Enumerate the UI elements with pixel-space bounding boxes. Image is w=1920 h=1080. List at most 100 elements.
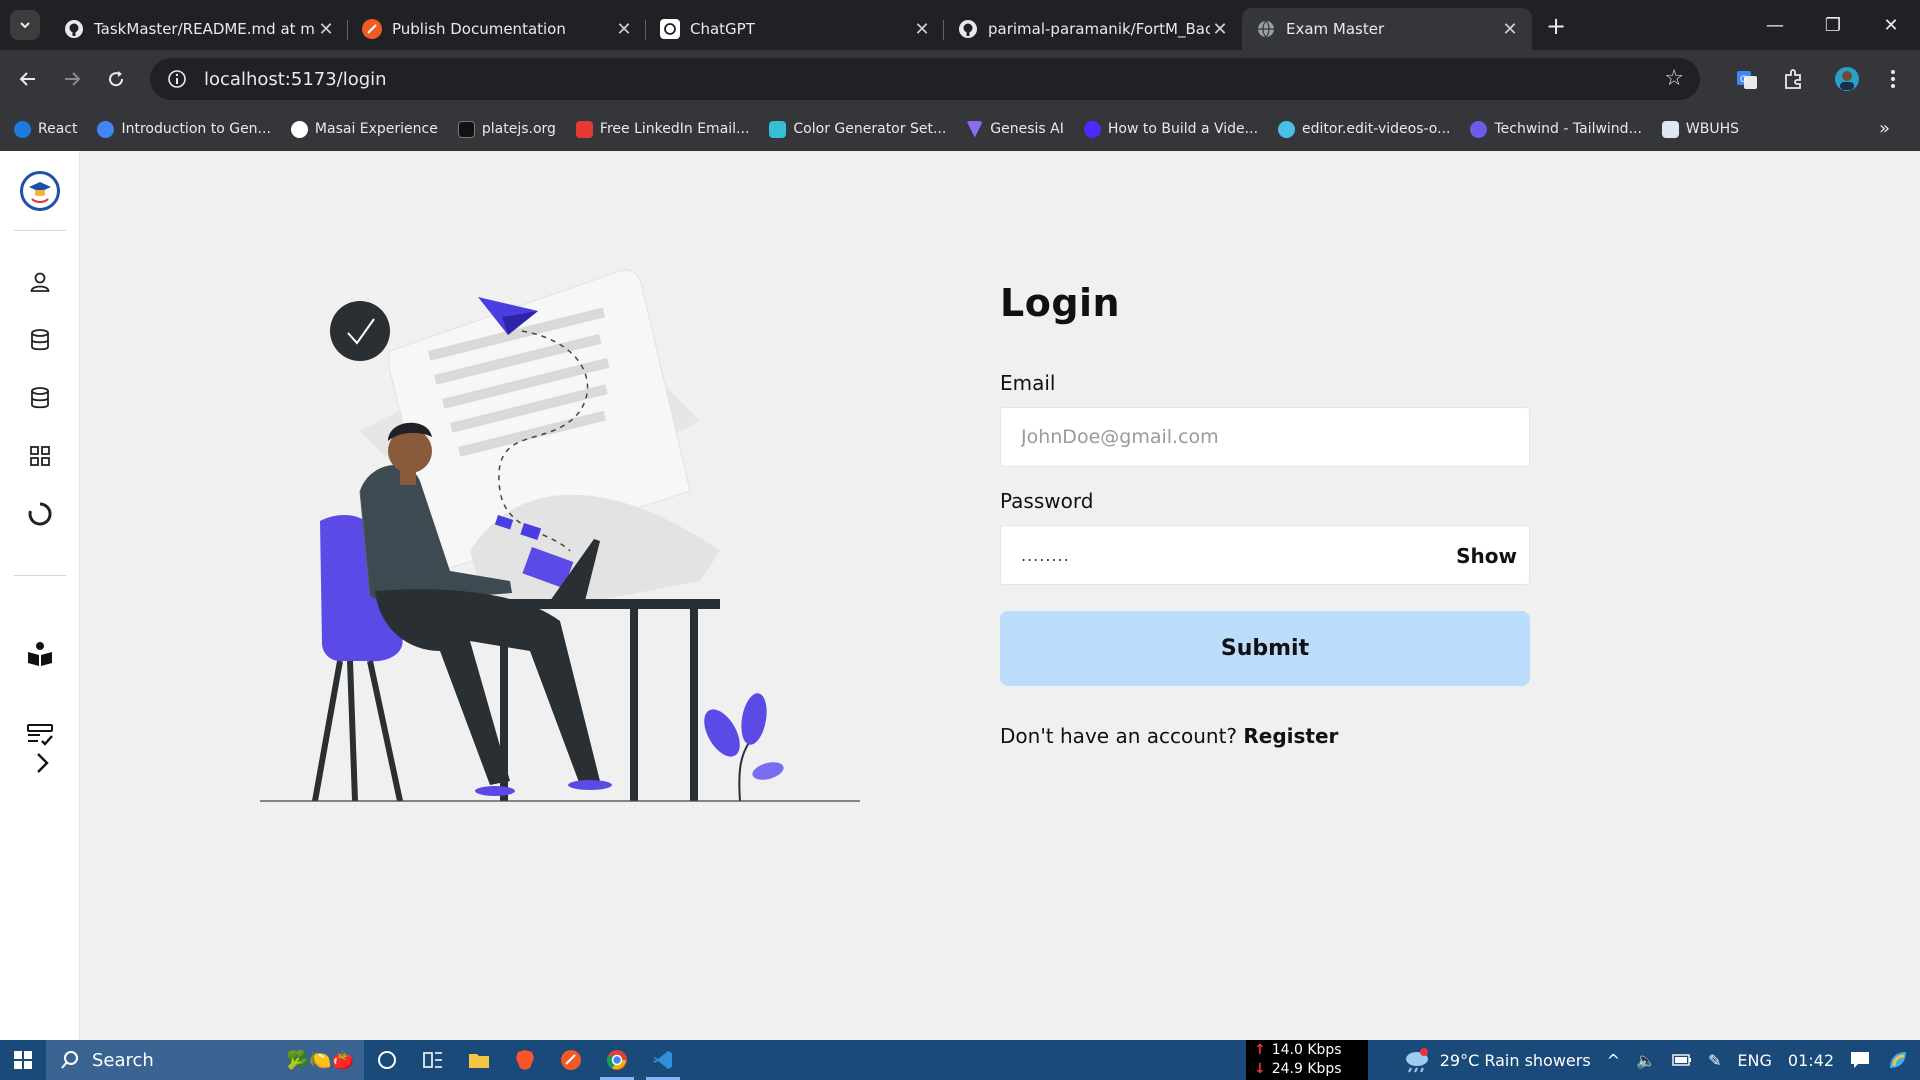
submit-button[interactable]: Submit — [1000, 611, 1530, 686]
extensions-icon[interactable] — [1770, 56, 1816, 102]
database-icon[interactable] — [25, 383, 55, 413]
minimize-icon[interactable]: — — [1746, 0, 1804, 50]
vscode-icon[interactable] — [640, 1040, 686, 1080]
bookmark-item[interactable]: Genesis AI — [966, 120, 1064, 138]
email-field-wrapper — [1000, 407, 1530, 467]
cortana-icon[interactable] — [364, 1040, 410, 1080]
back-arrow-icon[interactable] — [6, 57, 50, 101]
close-tab-icon[interactable]: ✕ — [316, 19, 336, 40]
globe-icon — [1256, 19, 1276, 39]
chrome-icon[interactable] — [594, 1040, 640, 1080]
browser-tab[interactable]: TaskMaster/README.md at mai ✕ — [50, 8, 348, 50]
file-explorer-icon[interactable] — [456, 1040, 502, 1080]
address-bar[interactable]: localhost:5173/login ☆ — [150, 58, 1700, 100]
bookmark-item[interactable]: Masai Experience — [290, 120, 438, 138]
bookmark-item[interactable]: How to Build a Vide... — [1083, 120, 1258, 138]
close-tab-icon[interactable]: ✕ — [1210, 19, 1230, 40]
reader-icon[interactable] — [25, 639, 55, 669]
login-illustration — [260, 269, 860, 802]
chatgpt-icon — [660, 19, 680, 39]
loading-circle-icon[interactable] — [25, 499, 55, 529]
browser-toolbar: localhost:5173/login ☆ G — [0, 50, 1920, 107]
weather-widget[interactable]: 29°C Rain showers — [1402, 1047, 1591, 1073]
grid-icon[interactable] — [25, 441, 55, 471]
sidebar-divider — [14, 230, 66, 231]
bookmark-item[interactable]: WBUHS — [1661, 120, 1739, 138]
network-speed-widget: ↑ 14.0 Kbps ↓ 24.9 Kbps — [1246, 1040, 1368, 1080]
close-tab-icon[interactable]: ✕ — [1500, 19, 1520, 40]
net-upload: 14.0 Kbps — [1271, 1042, 1342, 1058]
password-field[interactable] — [1001, 526, 1529, 584]
notification-icon[interactable] — [1850, 1051, 1870, 1069]
bookmark-item[interactable]: Free LinkedIn Email... — [575, 120, 749, 138]
pen-icon[interactable]: ✎ — [1708, 1051, 1721, 1070]
github-icon — [958, 19, 978, 39]
bookmark-item[interactable]: platejs.org — [457, 120, 556, 138]
close-tab-icon[interactable]: ✕ — [912, 19, 932, 40]
postman-icon[interactable] — [548, 1040, 594, 1080]
copilot-icon[interactable] — [1886, 1048, 1910, 1072]
forward-arrow-icon[interactable] — [50, 57, 94, 101]
svg-text:G: G — [1740, 75, 1747, 85]
speaker-icon[interactable]: 🔈 — [1636, 1051, 1656, 1070]
page-title: Login — [1000, 281, 1121, 325]
url-text[interactable]: localhost:5173/login — [204, 69, 387, 90]
more-bookmarks-icon[interactable]: » — [1879, 118, 1890, 139]
close-window-icon[interactable]: ✕ — [1862, 0, 1920, 50]
tab-title: Publish Documentation — [392, 20, 566, 38]
net-download: 24.9 Kbps — [1271, 1061, 1342, 1077]
exam-master-logo[interactable] — [20, 171, 60, 211]
login-form: Login Email Password Show Submit Don't h… — [1000, 281, 1530, 748]
chevron-down-icon — [20, 22, 30, 29]
github-icon — [64, 19, 84, 39]
language-indicator[interactable]: ENG — [1737, 1051, 1771, 1070]
task-view-icon[interactable] — [410, 1040, 456, 1080]
browser-tab-active[interactable]: Exam Master ✕ — [1242, 8, 1532, 50]
tab-title: Exam Master — [1286, 20, 1385, 38]
bookmark-star-icon[interactable]: ☆ — [1664, 66, 1684, 91]
bookmark-item[interactable]: React — [14, 120, 77, 138]
close-tab-icon[interactable]: ✕ — [614, 19, 634, 40]
bookmark-item[interactable]: Introduction to Gen... — [97, 120, 271, 138]
email-field[interactable] — [1001, 408, 1529, 466]
chevron-right-icon[interactable] — [27, 748, 57, 778]
site-info-icon[interactable] — [164, 66, 190, 92]
rain-cloud-icon — [1405, 1048, 1428, 1073]
restore-icon[interactable]: ❐ — [1804, 0, 1862, 50]
brave-browser-icon[interactable] — [502, 1040, 548, 1080]
masai-icon — [290, 120, 308, 138]
tab-search-button[interactable] — [10, 10, 40, 40]
register-prompt: Don't have an account? — [1000, 724, 1238, 748]
email-finder-icon — [575, 120, 593, 138]
taskbar-search[interactable]: Search 🥦🍋🍅 — [46, 1040, 364, 1080]
chevron-up-icon[interactable]: ^ — [1607, 1051, 1620, 1070]
tab-title: TaskMaster/README.md at mai — [94, 20, 316, 38]
new-tab-button[interactable]: + — [1538, 8, 1574, 44]
search-placeholder: Search — [92, 1049, 154, 1071]
browser-tab[interactable]: Publish Documentation ✕ — [348, 8, 646, 50]
battery-icon[interactable] — [1672, 1054, 1692, 1066]
kebab-menu-icon[interactable] — [1870, 56, 1916, 102]
react-icon — [14, 120, 31, 138]
bookmark-item[interactable]: Techwind - Tailwind... — [1470, 120, 1642, 138]
show-password-button[interactable]: Show — [1456, 544, 1517, 568]
user-icon[interactable] — [25, 267, 55, 297]
checklist-icon[interactable] — [25, 721, 55, 751]
search-highlight-icon: 🥦🍋🍅 — [286, 1049, 354, 1071]
browser-tab[interactable]: ChatGPT ✕ — [646, 8, 944, 50]
tab-title: ChatGPT — [690, 20, 755, 38]
password-field-wrapper: Show — [1000, 525, 1530, 585]
email-label: Email — [1000, 371, 1056, 395]
bookmark-item[interactable]: editor.edit-videos-o... — [1278, 120, 1450, 138]
database-icon[interactable] — [25, 325, 55, 355]
translate-icon[interactable]: G — [1724, 56, 1770, 102]
browser-tab-bar: TaskMaster/README.md at mai ✕ Publish Do… — [0, 0, 1920, 50]
reload-icon[interactable] — [94, 57, 138, 101]
document-icon — [1661, 120, 1679, 138]
browser-tab[interactable]: parimal-paramanik/FortM_Back ✕ — [944, 8, 1242, 50]
windows-start-icon[interactable] — [0, 1040, 46, 1080]
profile-avatar[interactable] — [1824, 56, 1870, 102]
register-link[interactable]: Register — [1243, 724, 1338, 748]
clock[interactable]: 01:42 — [1788, 1051, 1834, 1070]
bookmark-item[interactable]: Color Generator Set... — [769, 120, 946, 138]
